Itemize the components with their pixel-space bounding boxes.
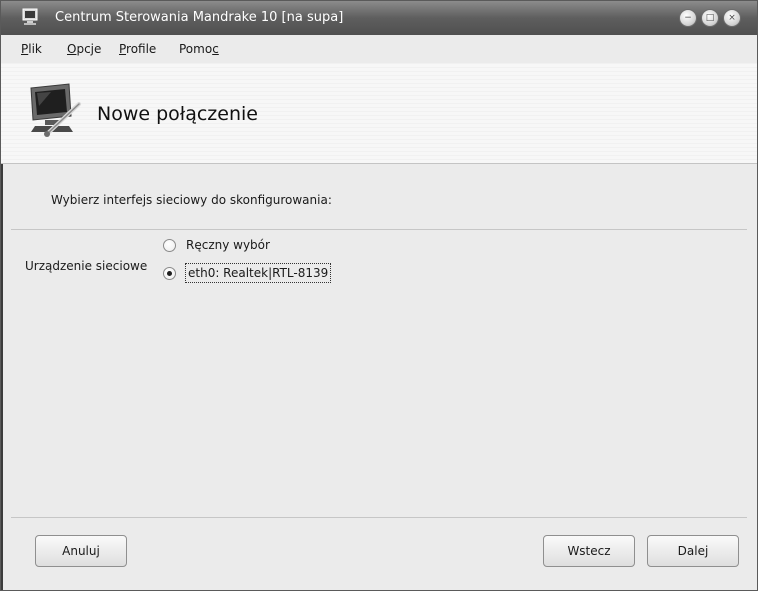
radio-option-eth0[interactable]: eth0: Realtek|RTL-8139 bbox=[163, 263, 332, 283]
wizard-banner: Nowe połączenie bbox=[1, 63, 757, 164]
menu-help-mnemonic: c bbox=[212, 42, 219, 56]
menu-file-post: lik bbox=[28, 42, 42, 56]
menu-file[interactable]: Plik bbox=[21, 42, 42, 56]
menu-options-post: pcje bbox=[76, 42, 102, 56]
menu-help[interactable]: Pomoc bbox=[179, 42, 219, 56]
next-button[interactable]: Dalej bbox=[647, 535, 739, 567]
title-bar[interactable]: Centrum Sterowania Mandrake 10 [na supa]… bbox=[1, 1, 757, 35]
minimize-button[interactable]: − bbox=[679, 9, 697, 27]
separator-bottom bbox=[11, 517, 747, 518]
cancel-button[interactable]: Anuluj bbox=[35, 535, 127, 567]
menu-profiles-mnemonic: P bbox=[119, 42, 127, 56]
close-button[interactable]: × bbox=[723, 9, 741, 27]
menu-profiles-post: rofile bbox=[126, 42, 157, 56]
close-icon: × bbox=[728, 13, 736, 23]
application-window: Centrum Sterowania Mandrake 10 [na supa]… bbox=[0, 0, 758, 591]
maximize-button[interactable]: □ bbox=[701, 9, 719, 27]
menu-bar: Plik Opcje Profile Pomoc bbox=[1, 35, 757, 63]
network-device-label: Urządzenie sieciowe bbox=[25, 259, 148, 273]
radio-label-manual: Ręczny wybór bbox=[186, 238, 270, 252]
radio-label-eth0: eth0: Realtek|RTL-8139 bbox=[184, 263, 332, 283]
instruction-text: Wybierz interfejs sieciowy do skonfiguro… bbox=[51, 193, 332, 207]
menu-help-pre: Pomo bbox=[179, 42, 213, 56]
monitor-icon bbox=[22, 8, 38, 25]
separator-top bbox=[11, 229, 747, 230]
back-button[interactable]: Wstecz bbox=[543, 535, 635, 567]
minimize-icon: − bbox=[684, 13, 692, 23]
radio-option-manual[interactable]: Ręczny wybór bbox=[163, 235, 270, 255]
radio-button-selected[interactable] bbox=[163, 266, 176, 280]
radio-button[interactable] bbox=[163, 238, 176, 252]
window-title: Centrum Sterowania Mandrake 10 [na supa] bbox=[55, 10, 344, 25]
menu-profiles[interactable]: Profile bbox=[119, 42, 156, 56]
maximize-icon: □ bbox=[705, 13, 715, 23]
page-title: Nowe połączenie bbox=[97, 103, 258, 125]
network-monitor-icon bbox=[30, 83, 81, 137]
menu-options[interactable]: Opcje bbox=[67, 42, 101, 56]
